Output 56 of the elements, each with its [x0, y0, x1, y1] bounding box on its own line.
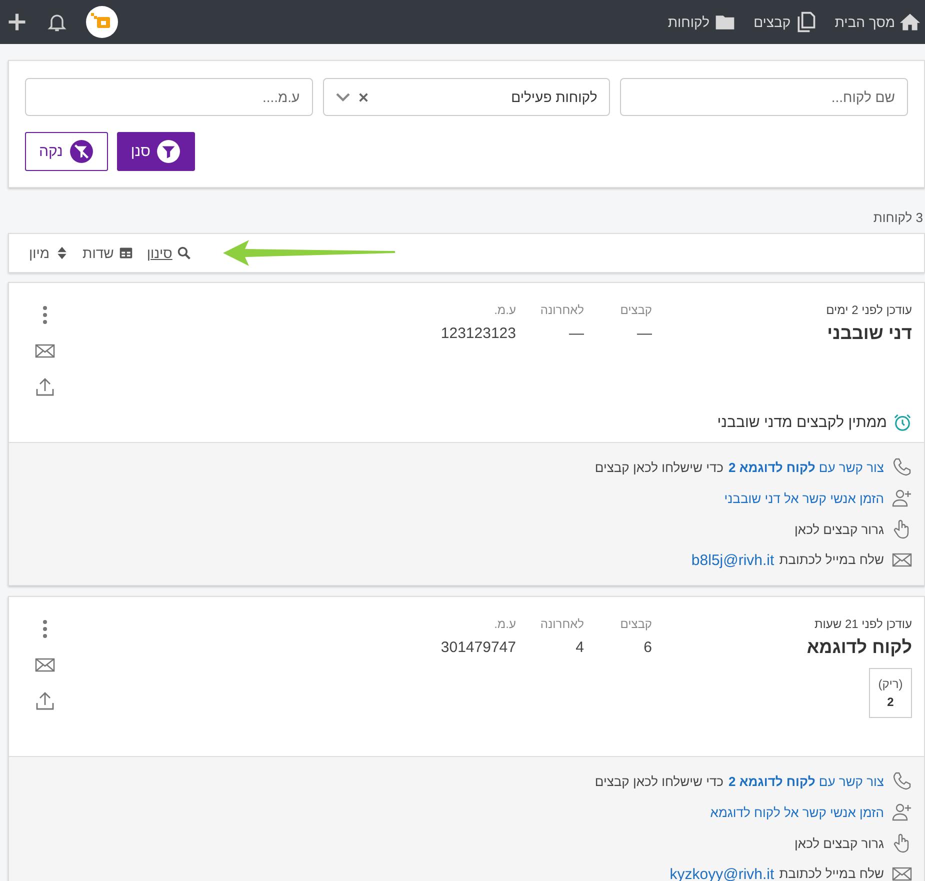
- add-user-icon: [892, 802, 912, 822]
- waiting-message: ממתין לקבצים מדני שובבני: [717, 414, 887, 431]
- add-icon[interactable]: [6, 11, 28, 33]
- stat-label: לאחרונה: [539, 303, 584, 317]
- contact-link[interactable]: הזמן אנשי קשר אל דני שובבני: [724, 490, 884, 506]
- contact-link[interactable]: צור קשר עם לקוח לדוגמא 2: [728, 774, 884, 788]
- add-user-icon: [892, 488, 912, 508]
- stat-value: 301479747: [440, 639, 516, 656]
- stat-value: 6: [642, 639, 652, 656]
- clear-filter-icon: [68, 139, 94, 164]
- table-icon: [118, 246, 133, 260]
- nav-link[interactable]: לקוחות: [668, 11, 736, 33]
- clear-button[interactable]: נקה: [25, 132, 108, 171]
- stat-label: ע.מ.: [493, 303, 516, 317]
- upload-icon[interactable]: [35, 377, 55, 397]
- chevron-down-icon[interactable]: [336, 92, 350, 102]
- toolbar-link[interactable]: סינון: [146, 245, 192, 261]
- search-icon: [177, 246, 192, 260]
- contact-text: גרור קבצים לכאן: [794, 522, 884, 536]
- contact-link[interactable]: צור קשר עם לקוח לדוגמא 2: [728, 460, 884, 474]
- clear-icon[interactable]: [358, 92, 369, 102]
- contact-text: כדי שישלחו לכאן קבצים: [594, 460, 724, 474]
- contact-link[interactable]: b8l5j@rivh.it: [691, 552, 774, 568]
- updated-label: עודכן לפני 2 ימים: [825, 303, 912, 317]
- nav-link[interactable]: מסך הבית: [834, 11, 921, 33]
- filter-button[interactable]: סנן: [116, 132, 196, 171]
- contact-text: גרור קבצים לכאן: [794, 836, 884, 850]
- stat-value: —: [636, 325, 652, 342]
- customer-name[interactable]: לקוח לדוגמא: [652, 637, 912, 658]
- customer-count: 3 לקוחות: [872, 210, 923, 225]
- customer-name-field[interactable]: שם לקוח...: [620, 78, 908, 116]
- alarm-clock-icon: [893, 413, 912, 432]
- toolbar-link[interactable]: שדות: [82, 245, 133, 261]
- updated-label: עודכן לפני 21 שעות: [813, 617, 912, 631]
- contact-link[interactable]: הזמן אנשי קשר אל לקוח לדוגמא: [710, 804, 884, 820]
- logo-icon[interactable]: [86, 6, 118, 38]
- contact-text: שלח במייל לכתובת: [779, 552, 884, 568]
- stat-label: לאחרונה: [539, 617, 584, 631]
- phone-icon: [892, 457, 912, 477]
- contact-text: כדי שישלחו לכאן קבצים: [594, 774, 724, 788]
- stat-value: 123123123: [440, 325, 516, 342]
- company-id-field[interactable]: ע.מ....: [24, 78, 313, 116]
- stat-value: 4: [574, 639, 584, 656]
- nav-link[interactable]: קבצים: [754, 11, 817, 33]
- stat-label: קבצים: [619, 303, 652, 317]
- contact-text: שלח במייל לכתובת: [779, 866, 884, 881]
- stat-value: —: [568, 325, 584, 342]
- stat-label: קבצים: [619, 617, 652, 631]
- home-icon: [899, 11, 921, 33]
- stat-label: ע.מ.: [493, 617, 516, 631]
- toolbar-link[interactable]: מיון: [29, 245, 69, 261]
- funnel-icon: [156, 139, 182, 164]
- upload-icon[interactable]: [35, 691, 55, 711]
- phone-icon: [892, 771, 912, 791]
- status-select[interactable]: לקוחות פעילים: [322, 78, 610, 116]
- customer-name[interactable]: דני שובבני: [652, 323, 912, 344]
